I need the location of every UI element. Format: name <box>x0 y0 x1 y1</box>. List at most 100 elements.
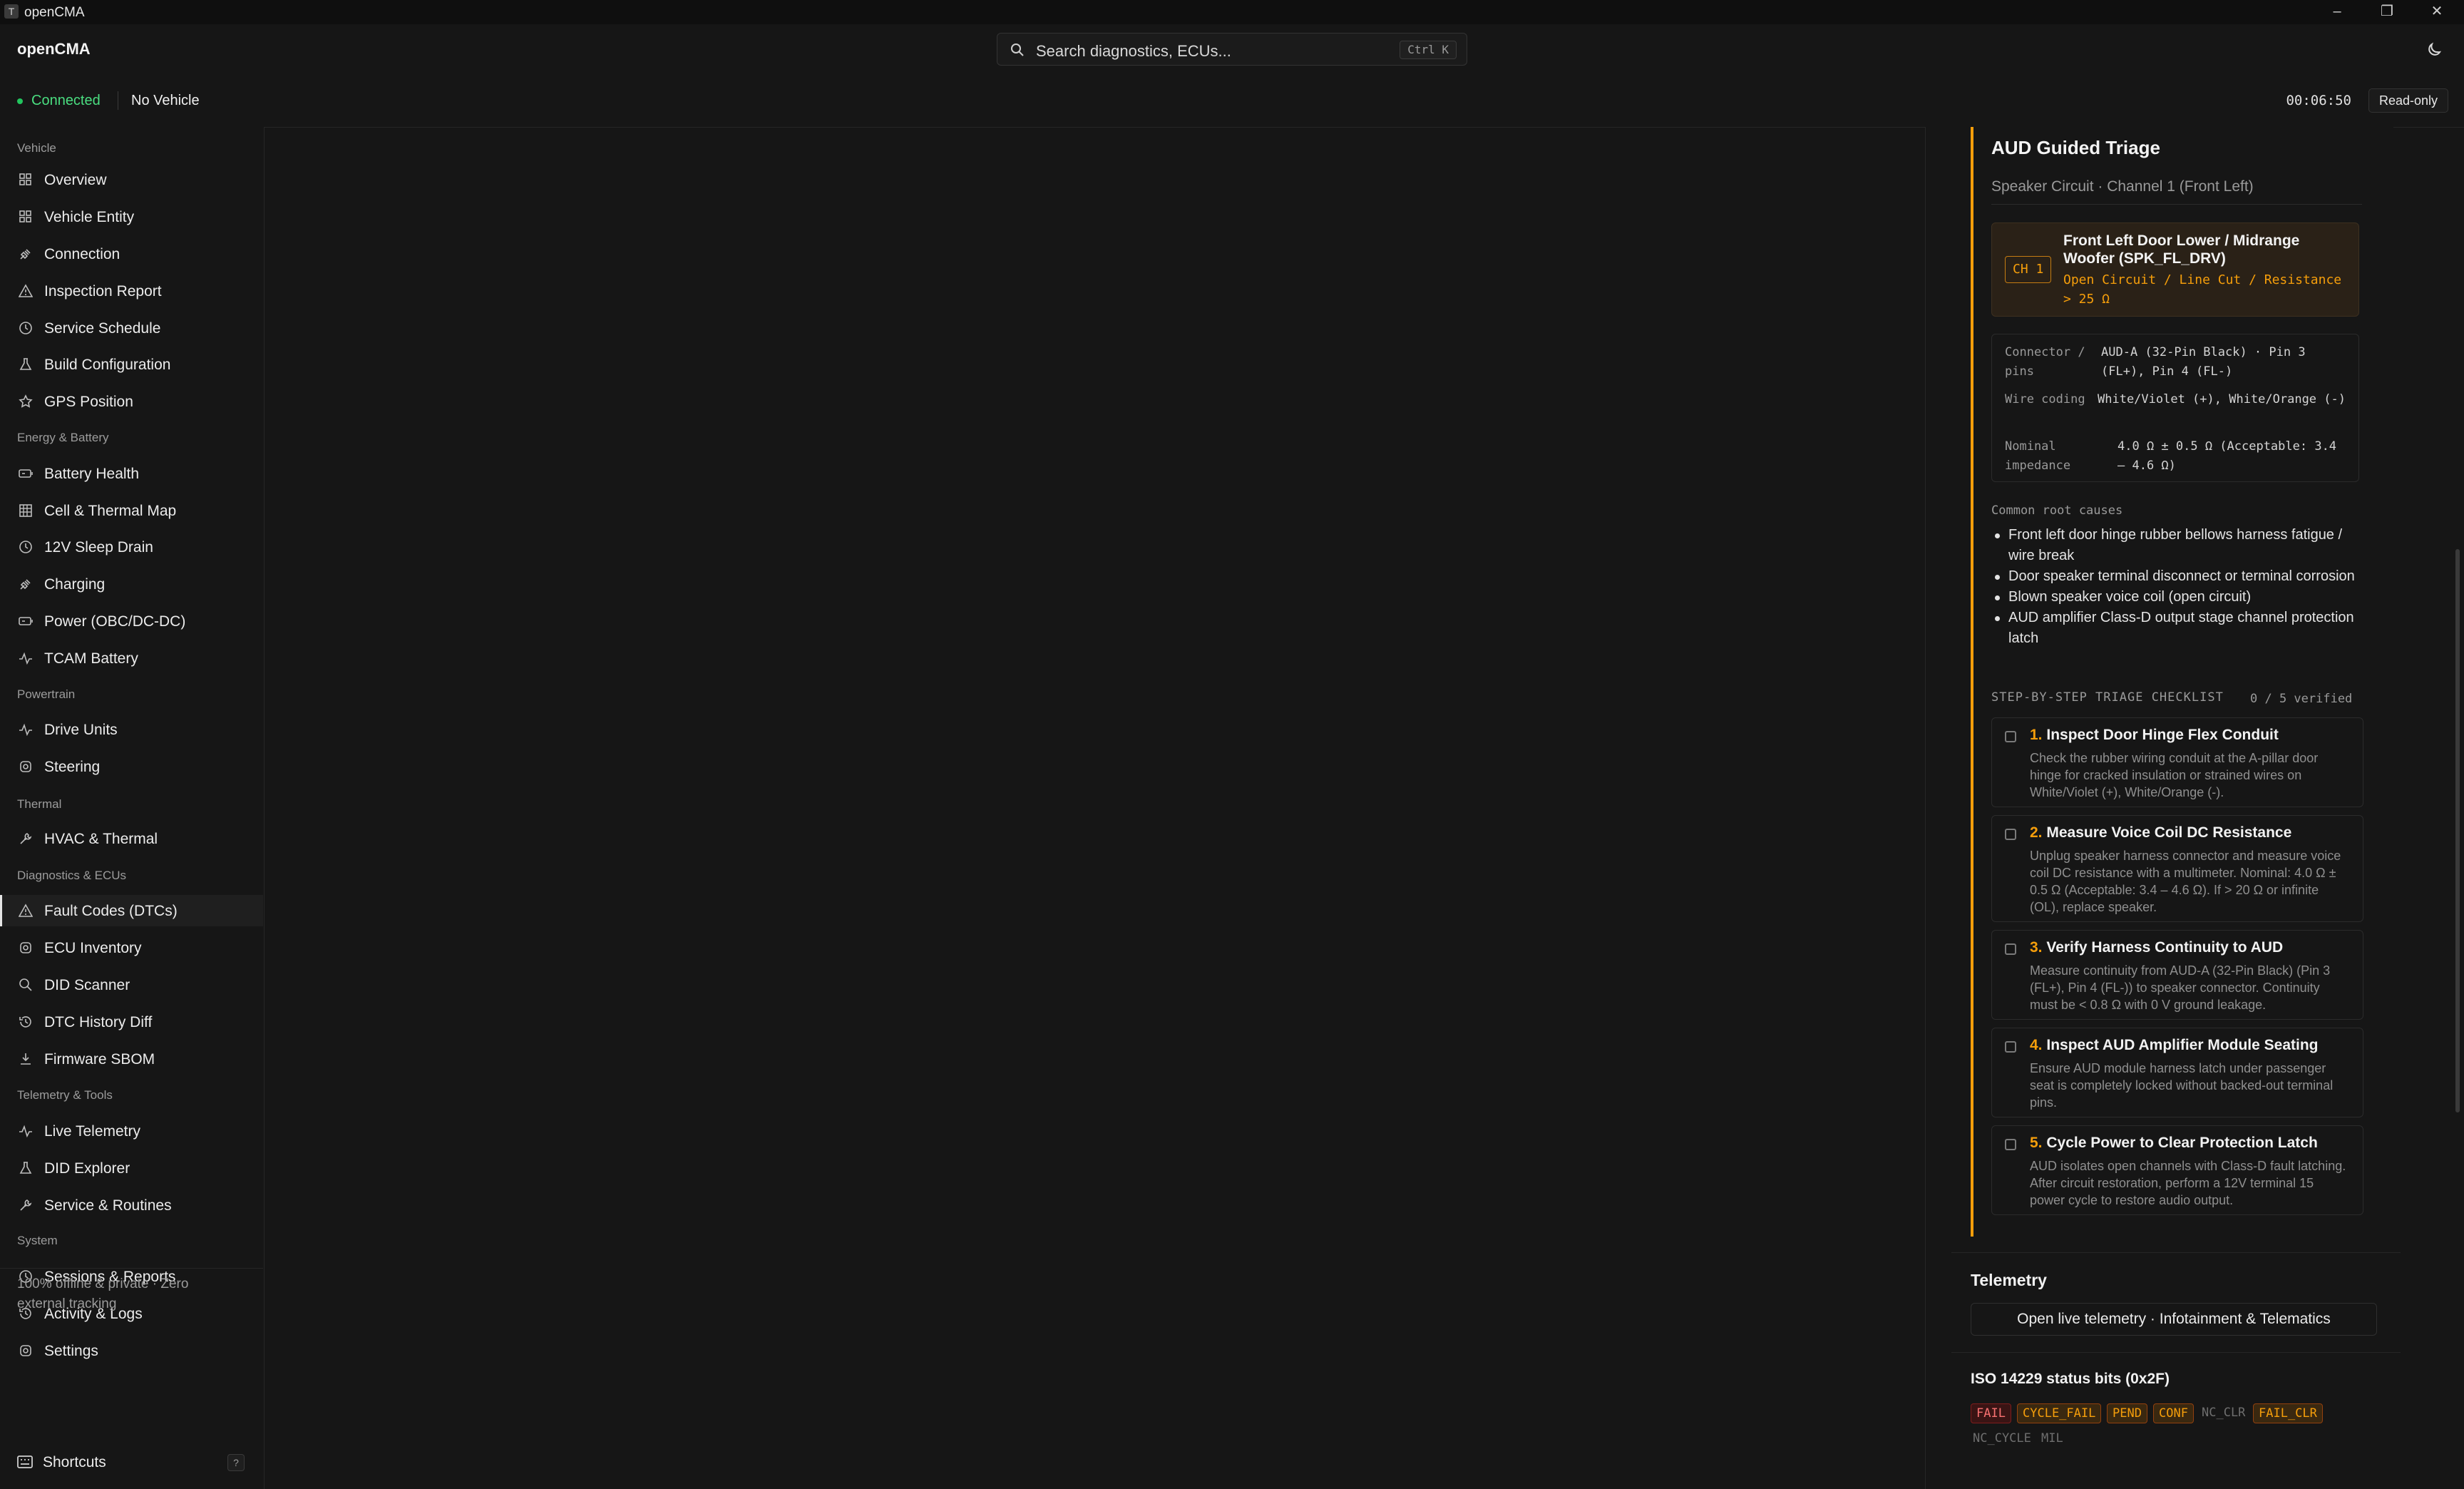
list-item: Front left door hinge rubber bellows har… <box>1991 525 2362 566</box>
flask-icon <box>19 358 32 370</box>
sidebar-item-label: Overview <box>44 172 107 188</box>
scrollbar-thumb[interactable] <box>2455 549 2460 1112</box>
channel-name: Front Left Door Lower / Midrange Woofer … <box>2063 232 2300 267</box>
fault-description: Open Circuit / Line Cut / Resistance > 2… <box>2063 272 2342 307</box>
sidebar-item-label: Build Configuration <box>44 357 171 373</box>
sidebar-item-charging[interactable]: Charging <box>0 568 263 600</box>
sidebar-group-heading: Vehicle <box>17 141 56 155</box>
list-item: Blown speaker voice coil (open circuit) <box>1991 587 2362 608</box>
shortcuts-label: Shortcuts <box>43 1454 106 1470</box>
checklist-step[interactable]: 4. Inspect AUD Amplifier Module Seating … <box>1991 1028 2363 1117</box>
sidebar-item-firmware-sbom[interactable]: Firmware SBOM <box>0 1043 263 1075</box>
sidebar-item-service-routines[interactable]: Service & Routines <box>0 1189 263 1221</box>
sidebar-item-build-configuration[interactable]: Build Configuration <box>0 349 263 380</box>
status-bit-badge: CONF <box>2153 1403 2194 1423</box>
sidebar-item-label: Steering <box>44 759 101 775</box>
plug-icon <box>20 579 31 590</box>
sidebar-item-steering[interactable]: Steering <box>0 751 263 782</box>
divider <box>1951 1252 2401 1253</box>
restore-button[interactable]: ❐ <box>2366 0 2408 24</box>
sidebar-item-label: Firmware SBOM <box>44 1051 155 1068</box>
gear-icon <box>20 1345 31 1356</box>
step-title-text: Verify Harness Continuity to AUD <box>2046 939 2284 956</box>
step-checkbox[interactable] <box>2005 829 2016 840</box>
close-button[interactable]: ✕ <box>2416 0 2458 24</box>
search-input[interactable]: Search diagnostics, ECUs... Ctrl K <box>997 33 1467 66</box>
theme-toggle-moon-icon[interactable] <box>2424 39 2444 59</box>
sidebar-item-label: GPS Position <box>44 394 133 410</box>
sidebar-item-live-telemetry[interactable]: Live Telemetry <box>0 1115 263 1147</box>
connection-status: Connected <box>31 93 101 108</box>
step-number: 4. <box>2030 1037 2043 1053</box>
sidebar-item-battery-health[interactable]: Battery Health <box>0 458 263 489</box>
step-description: AUD isolates open channels with Class-D … <box>2030 1159 2346 1207</box>
sidebar-item-label: TCAM Battery <box>44 650 138 667</box>
status-bit-badge: FAIL_CLR <box>2253 1403 2323 1423</box>
app-header: openCMA Search diagnostics, ECUs... Ctrl… <box>0 24 2464 75</box>
gear-icon <box>20 761 31 772</box>
status-bit-badge: FAIL <box>1971 1403 2011 1423</box>
sidebar-item-inspection-report[interactable]: Inspection Report <box>0 275 263 307</box>
sidebar-item-did-explorer[interactable]: DID Explorer <box>0 1152 263 1184</box>
sidebar-item-dtc-history-diff[interactable]: DTC History Diff <box>0 1006 263 1038</box>
sidebar-item-label: Charging <box>44 576 106 593</box>
open-live-telemetry-button[interactable]: Open live telemetry · Infotainment & Tel… <box>1971 1303 2377 1336</box>
sidebar-item-vehicle-entity[interactable]: Vehicle Entity <box>0 201 263 232</box>
sidebar-item-did-scanner[interactable]: DID Scanner <box>0 969 263 1001</box>
divider <box>1991 204 2362 205</box>
checklist-heading: STEP-BY-STEP TRIAGE CHECKLIST <box>1991 690 2224 705</box>
shortcuts-button[interactable]: Shortcuts ? <box>0 1445 263 1479</box>
sidebar-group-heading: Energy & Battery <box>17 431 109 444</box>
sidebar-footer-divider <box>0 1268 263 1269</box>
step-checkbox[interactable] <box>2005 1139 2016 1150</box>
root-causes-list: Front left door hinge rubber bellows har… <box>1991 525 2362 649</box>
checklist-step[interactable]: 5. Cycle Power to Clear Protection Latch… <box>1991 1125 2363 1215</box>
sidebar-item-overview[interactable]: Overview <box>0 164 263 195</box>
sidebar-item-service-schedule[interactable]: Service Schedule <box>0 312 263 344</box>
step-number: 5. <box>2030 1135 2043 1151</box>
channel-summary: CH 1 Front Left Door Lower / Midrange Wo… <box>1991 222 2359 317</box>
sidebar-item-drive-units[interactable]: Drive Units <box>0 714 263 745</box>
step-description: Unplug speaker harness connector and mea… <box>2030 849 2341 914</box>
session-timer: 00:06:50 <box>2286 93 2351 108</box>
status-bit-badge: CYCLE_FAIL <box>2017 1403 2102 1423</box>
checklist-step[interactable]: 3. Verify Harness Continuity to AUD Meas… <box>1991 930 2363 1020</box>
step-checkbox[interactable] <box>2005 731 2016 742</box>
sidebar-item-label: Service & Routines <box>44 1197 172 1214</box>
sidebar-item-cell-thermal-map[interactable]: Cell & Thermal Map <box>0 495 263 526</box>
sidebar-item-gps-position[interactable]: GPS Position <box>0 386 263 417</box>
sidebar-item-fault-codes-dtcs[interactable]: Fault Codes (DTCs) <box>0 895 263 926</box>
sidebar-item-label: 12V Sleep Drain <box>44 539 153 556</box>
sidebar-item-connection[interactable]: Connection <box>0 238 263 270</box>
checklist-step[interactable]: 1. Inspect Door Hinge Flex Conduit Check… <box>1991 717 2363 807</box>
checklist-step[interactable]: 2. Measure Voice Coil DC Resistance Unpl… <box>1991 815 2363 922</box>
step-checkbox[interactable] <box>2005 943 2016 955</box>
sidebar-item-label: Vehicle Entity <box>44 209 135 225</box>
sidebar-item-label: Fault Codes (DTCs) <box>44 903 178 919</box>
sidebar-group-heading: System <box>17 1234 58 1247</box>
os-title-bar: T openCMA – ❐ ✕ <box>0 0 2464 25</box>
clock-icon <box>19 322 32 334</box>
sidebar-item-ecu-inventory[interactable]: ECU Inventory <box>0 932 263 963</box>
step-checkbox[interactable] <box>2005 1041 2016 1053</box>
sidebar-item-tcam-battery[interactable]: TCAM Battery <box>0 643 263 674</box>
sidebar-item-power-obc-dc-dc[interactable]: Power (OBC/DC-DC) <box>0 605 263 637</box>
clock-icon <box>19 541 32 553</box>
sidebar-item-12v-sleep-drain[interactable]: 12V Sleep Drain <box>0 531 263 563</box>
spec-value: 4.0 Ω ± 0.5 Ω (Acceptable: 3.4 – 4.6 Ω) <box>2118 439 2337 473</box>
minimize-button[interactable]: – <box>2316 0 2358 24</box>
step-title-text: Cycle Power to Clear Protection Latch <box>2046 1135 2318 1151</box>
spec-value: White/Violet (+), White/Orange (-) <box>2098 392 2346 406</box>
sidebar-item-label: Power (OBC/DC-DC) <box>44 613 186 630</box>
search-placeholder: Search diagnostics, ECUs... <box>1036 42 1231 60</box>
iso-status-heading: ISO 14229 status bits (0x2F) <box>1971 1371 2170 1387</box>
sidebar-item-settings[interactable]: Settings <box>0 1335 263 1366</box>
status-bit-badge: PEND <box>2107 1403 2147 1423</box>
sidebar-item-hvac-thermal[interactable]: HVAC & Thermal <box>0 823 263 854</box>
spec-value: AUD-A (32-Pin Black) · Pin 3 (FL+), Pin … <box>2101 345 2306 379</box>
sidebar-item-label: Drive Units <box>44 722 118 738</box>
connection-dot-icon <box>17 98 23 104</box>
sidebar-item-label: Battery Health <box>44 466 140 482</box>
window-title: openCMA <box>24 5 85 20</box>
sidebar-item-label: Cell & Thermal Map <box>44 503 177 519</box>
